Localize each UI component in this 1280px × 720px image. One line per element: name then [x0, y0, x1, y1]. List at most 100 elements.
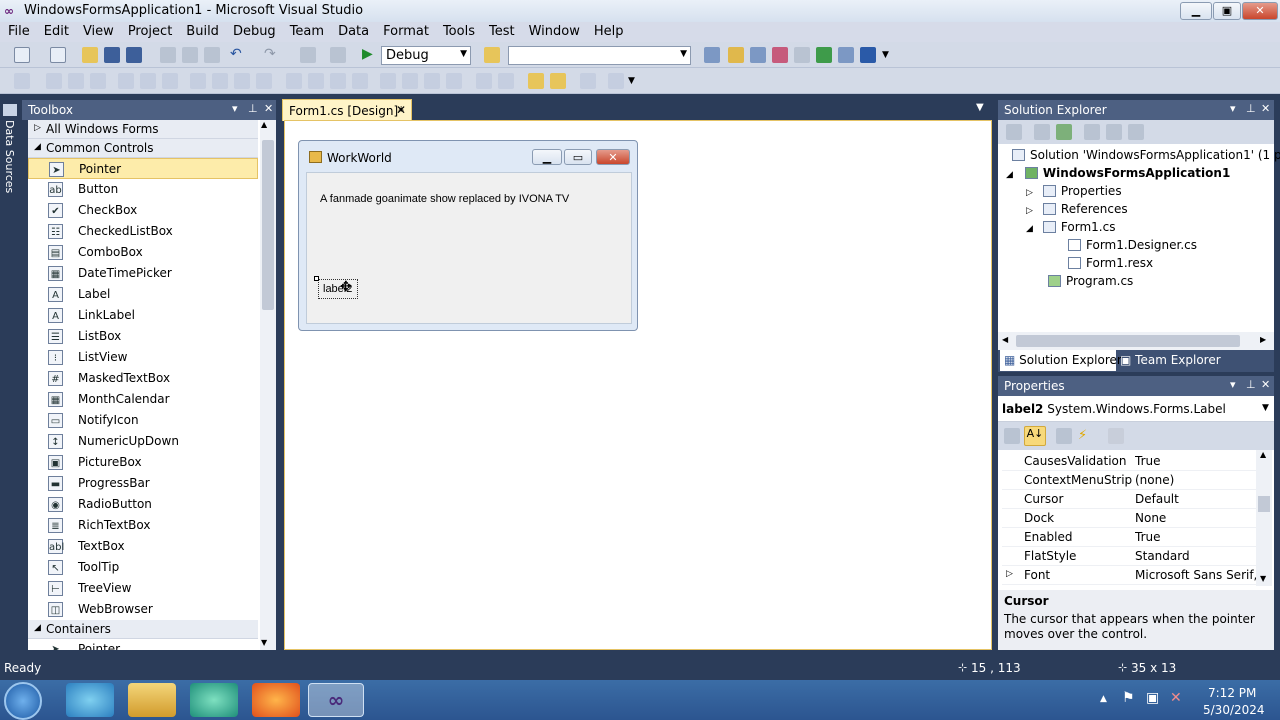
show-hidden-icons[interactable]: ▲ [1100, 694, 1107, 704]
property-row-dock[interactable]: Dock None [1002, 509, 1256, 528]
window-position-icon[interactable]: ▾ [1230, 102, 1236, 115]
menu-data[interactable]: Data [330, 22, 375, 39]
app-taskbar-icon[interactable] [190, 683, 238, 717]
open-folder-icon[interactable] [82, 47, 98, 63]
configuration-select[interactable]: Debug ▼ [381, 46, 471, 65]
close-icon[interactable]: ✕ [1261, 102, 1270, 115]
align-lefts-icon[interactable] [46, 73, 62, 89]
make-same-height-icon[interactable] [234, 73, 250, 89]
toolbox-item-picturebox[interactable]: ▣ PictureBox [28, 452, 258, 473]
cut-icon[interactable] [160, 47, 176, 63]
tab-form1-design[interactable]: Form1.cs [Design]* ✕ [282, 99, 412, 121]
toolbox-item-treeview[interactable]: ⊢ TreeView [28, 578, 258, 599]
start-page-icon[interactable] [816, 47, 832, 63]
properties-scrollbar[interactable]: ▲ ▼ [1256, 450, 1272, 586]
minimize-button[interactable]: ▁ [1180, 2, 1212, 20]
start-debug-icon[interactable]: ▶ [362, 47, 378, 63]
toolbox-item-checkbox[interactable]: ✔ CheckBox [28, 200, 258, 221]
property-value[interactable]: Standard [1135, 549, 1259, 563]
remove-vertical-spacing-icon[interactable] [446, 73, 462, 89]
toolbox-item-webbrowser[interactable]: ◫ WebBrowser [28, 599, 258, 620]
find-in-files-icon[interactable] [484, 47, 500, 63]
toolbox-item-richtextbox[interactable]: ≣ RichTextBox [28, 515, 258, 536]
scroll-up-icon[interactable]: ▲ [1260, 450, 1266, 459]
lock-controls-icon[interactable] [608, 73, 624, 89]
close-icon[interactable]: ✕ [1261, 378, 1270, 391]
object-browser-icon[interactable] [750, 47, 766, 63]
refresh-icon[interactable] [1056, 124, 1072, 140]
decrease-horizontal-spacing-icon[interactable] [330, 73, 346, 89]
property-row-enabled[interactable]: Enabled True [1002, 528, 1256, 547]
horizontal-spacing-equal-icon[interactable] [286, 73, 302, 89]
scroll-left-icon[interactable]: ◀ [1002, 335, 1008, 344]
menu-project[interactable]: Project [120, 22, 178, 39]
toolbox-item-maskedtextbox[interactable]: # MaskedTextBox [28, 368, 258, 389]
expand-arrow-icon[interactable]: ▷ [1006, 569, 1013, 579]
command-window-icon[interactable] [860, 47, 876, 63]
close-tab-icon[interactable]: ✕ [396, 103, 406, 117]
property-row-cursor[interactable]: Cursor Default [1002, 490, 1256, 509]
increase-vertical-spacing-icon[interactable] [402, 73, 418, 89]
toolbox-scrollbar[interactable]: ▲ ▼ [260, 120, 276, 650]
pin-icon[interactable]: ⊥ [1246, 378, 1256, 391]
tree-form1-resx[interactable]: Form1.resx [1068, 256, 1153, 270]
pin-icon[interactable]: ⊥ [248, 102, 258, 115]
tools-icon[interactable] [794, 47, 810, 63]
align-to-grid-icon[interactable] [14, 73, 30, 89]
tab-team-explorer[interactable]: ▣ Team Explorer [1120, 353, 1221, 367]
properties-window-icon[interactable] [728, 47, 744, 63]
copy-icon[interactable] [182, 47, 198, 63]
events-lightning-icon[interactable]: ⚡ [1078, 428, 1094, 444]
volume-muted-icon[interactable]: ✕ [1170, 690, 1182, 706]
tab-solution-explorer[interactable]: ▦ Solution Explorer [1000, 350, 1122, 371]
navigate-back-icon[interactable] [300, 47, 316, 63]
scroll-down-icon[interactable]: ▼ [261, 638, 267, 647]
toolbox-item-button[interactable]: ab Button [28, 179, 258, 200]
menu-edit[interactable]: Edit [36, 22, 75, 39]
redo-icon[interactable]: ↷ [264, 47, 280, 63]
toolbox-item-monthcalendar[interactable]: ▦ MonthCalendar [28, 389, 258, 410]
data-sources-tab[interactable]: Data Sources [3, 120, 16, 193]
toolbar-options-icon[interactable]: ▼ [882, 47, 898, 63]
categorized-icon[interactable] [1004, 428, 1020, 444]
extension-icon[interactable] [838, 47, 854, 63]
scroll-down-icon[interactable]: ▼ [1260, 574, 1266, 583]
tree-references[interactable]: ▷ References [1026, 202, 1128, 216]
toolbox-item-notifyicon[interactable]: ▭ NotifyIcon [28, 410, 258, 431]
save-icon[interactable] [104, 47, 120, 63]
tree-project[interactable]: ◢ WindowsFormsApplication1 [1006, 166, 1230, 180]
toolbox-item-label[interactable]: A Label [28, 284, 258, 305]
property-row-contextmenustrip[interactable]: ContextMenuStrip (none) [1002, 471, 1256, 490]
alphabetical-sort-icon[interactable]: A↓ [1024, 426, 1046, 446]
show-all-files-icon[interactable] [1006, 124, 1022, 140]
network-icon[interactable]: ▣ [1146, 690, 1159, 706]
selection-handle[interactable] [314, 276, 319, 281]
menu-file[interactable]: File [0, 22, 36, 39]
size-to-grid-icon[interactable] [212, 73, 228, 89]
menu-help[interactable]: Help [586, 22, 630, 39]
maximize-button[interactable]: ▣ [1213, 2, 1241, 20]
toolbar-options-icon[interactable]: ▼ [628, 73, 644, 89]
ie-taskbar-icon[interactable] [66, 683, 114, 717]
decrease-vertical-spacing-icon[interactable] [424, 73, 440, 89]
add-item-icon[interactable] [50, 47, 66, 63]
toolbox-item-progressbar[interactable]: ▬ ProgressBar [28, 473, 258, 494]
scroll-up-icon[interactable]: ▲ [261, 120, 267, 129]
toolbox-item-listview[interactable]: ⁝ ListView [28, 347, 258, 368]
scroll-thumb[interactable] [1258, 496, 1270, 512]
properties-icon[interactable] [1034, 124, 1050, 140]
undo-icon[interactable]: ↶ [230, 47, 246, 63]
view-class-diagram-icon[interactable] [1128, 124, 1144, 140]
view-code-icon[interactable] [1084, 124, 1100, 140]
property-value[interactable]: Microsoft Sans Serif, 8.2 [1135, 568, 1259, 582]
menu-test[interactable]: Test [481, 22, 521, 39]
align-bottoms-icon[interactable] [162, 73, 178, 89]
tree-solution[interactable]: Solution 'WindowsFormsApplication1' (1 p… [1012, 148, 1280, 162]
explorer-taskbar-icon[interactable] [128, 683, 176, 717]
toolbox-item-tooltip[interactable]: ↖ ToolTip [28, 557, 258, 578]
toolbox-category-common[interactable]: ◢ Common Controls [28, 139, 258, 158]
label2-control[interactable]: label2 [318, 279, 358, 299]
remove-horizontal-spacing-icon[interactable] [352, 73, 368, 89]
scroll-right-icon[interactable]: ▶ [1260, 335, 1266, 344]
menu-team[interactable]: Team [282, 22, 330, 39]
